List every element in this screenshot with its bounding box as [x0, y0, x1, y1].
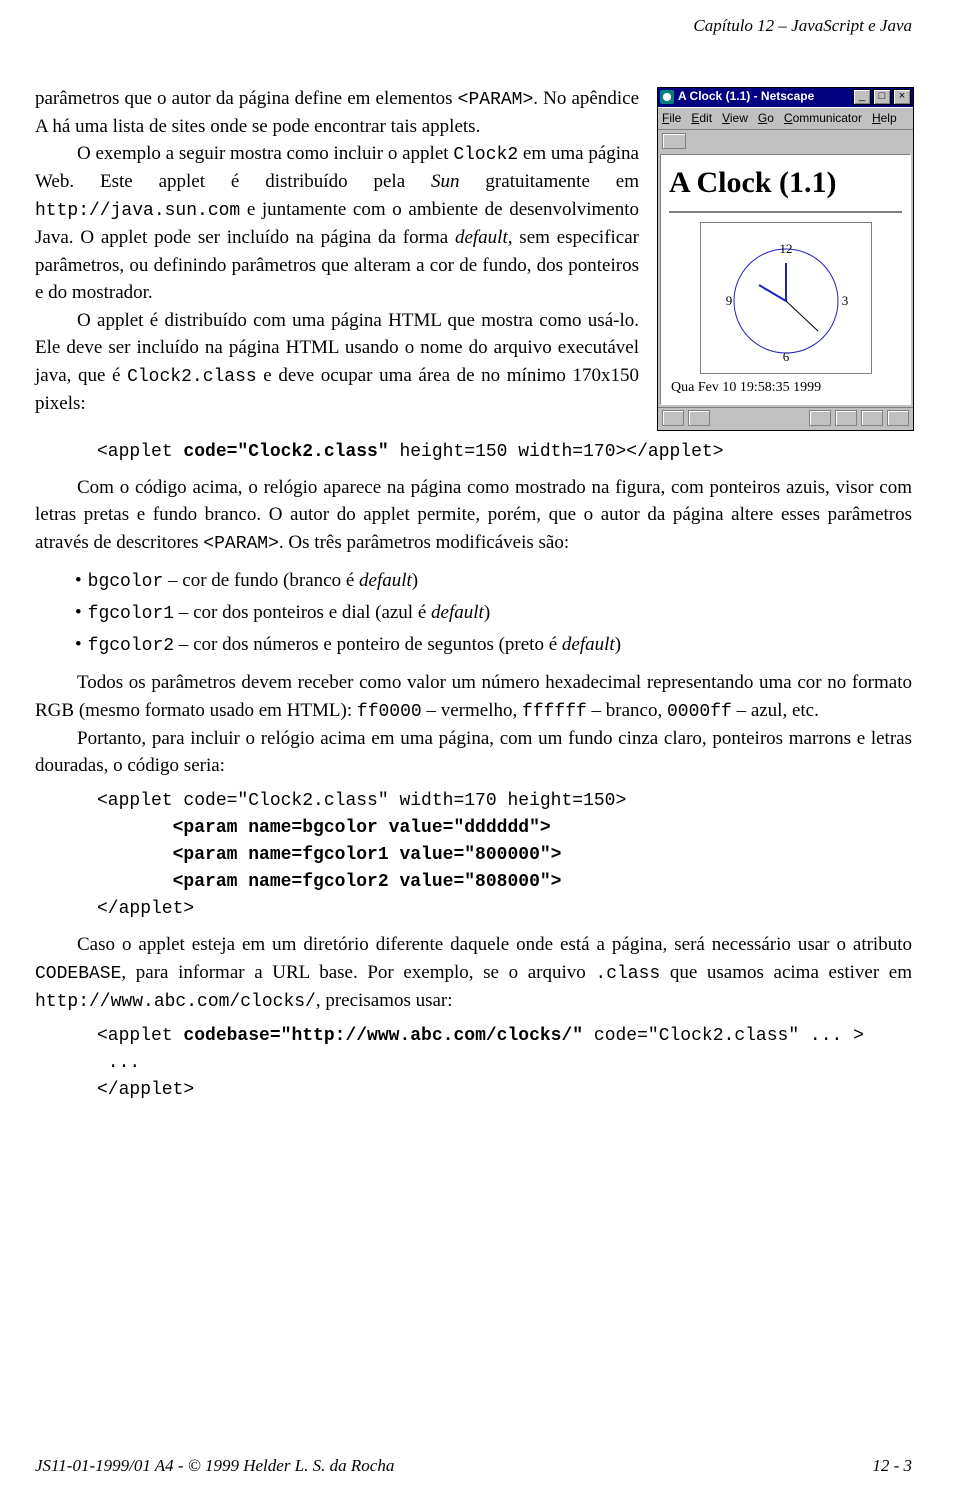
- document-area: A Clock (1.1) 12 3 6 9: [660, 154, 911, 405]
- code-inline: ff0000: [357, 702, 422, 722]
- status-cell: [809, 410, 831, 426]
- maximize-button[interactable]: □: [873, 89, 891, 105]
- menu-file[interactable]: File: [662, 110, 681, 127]
- second-hand: [786, 301, 818, 331]
- status-bar: [658, 407, 913, 430]
- status-cell: [688, 410, 710, 426]
- clock-9: 9: [725, 293, 732, 308]
- hour-hand: [759, 285, 786, 301]
- toolbar-button[interactable]: [662, 133, 686, 149]
- code-inline: http://www.abc.com/clocks/: [35, 992, 316, 1012]
- clock-3: 3: [841, 293, 848, 308]
- figure-netscape-window: A Clock (1.1) - Netscape _ □ × File Edit…: [657, 87, 912, 431]
- status-cell: [662, 410, 684, 426]
- code-block-2: <applet code="Clock2.class" width=170 he…: [97, 788, 912, 923]
- code-inline: <PARAM>: [458, 90, 534, 110]
- menu-edit[interactable]: Edit: [691, 110, 712, 127]
- code-inline: <PARAM>: [203, 534, 279, 554]
- app-icon: [660, 90, 674, 104]
- code-inline: http://java.sun.com: [35, 201, 240, 221]
- status-cell: [835, 410, 857, 426]
- clock-applet: 12 3 6 9: [700, 222, 872, 374]
- paragraph-5: Todos os parâmetros devem receber como v…: [35, 669, 912, 725]
- menu-view[interactable]: View: [722, 110, 748, 127]
- list-item: fgcolor2 – cor dos números e ponteiro de…: [75, 631, 912, 659]
- separator: [669, 211, 902, 214]
- window-titlebar: A Clock (1.1) - Netscape _ □ ×: [658, 88, 913, 107]
- menu-help[interactable]: Help: [872, 110, 897, 127]
- clock-6: 6: [782, 349, 789, 364]
- list-item: bgcolor – cor de fundo (branco é default…: [75, 567, 912, 595]
- status-cell: [887, 410, 909, 426]
- clock-12: 12: [779, 241, 792, 256]
- paragraph-4: Com o código acima, o relógio aparece na…: [35, 474, 912, 557]
- minimize-button[interactable]: _: [853, 89, 871, 105]
- applet-title: A Clock (1.1): [669, 161, 902, 205]
- code-inline: 0000ff: [667, 702, 732, 722]
- paragraph-6: Portanto, para incluir o relógio acima e…: [35, 725, 912, 780]
- menu-bar: File Edit View Go Communicator Help: [658, 107, 913, 129]
- chapter-header: Capítulo 12 – JavaScript e Java: [35, 14, 912, 39]
- window-title: A Clock (1.1) - Netscape: [678, 88, 851, 105]
- applet-status-text: Qua Fev 10 19:58:35 1999: [669, 374, 902, 400]
- code-inline: Clock2.class: [127, 367, 257, 387]
- code-inline: CODEBASE: [35, 964, 121, 984]
- footer-credit: JS11-01-1999/01 A4 - © 1999 Helder L. S.…: [35, 1456, 394, 1475]
- list-item: fgcolor1 – cor dos ponteiros e dial (azu…: [75, 599, 912, 627]
- code-block-3: <applet codebase="http://www.abc.com/clo…: [97, 1023, 912, 1104]
- param-list: bgcolor – cor de fundo (branco é default…: [75, 567, 912, 659]
- status-cell: [861, 410, 883, 426]
- code-block-1: <applet code="Clock2.class" height=150 w…: [97, 439, 912, 466]
- close-button[interactable]: ×: [893, 89, 911, 105]
- code-inline: ffffff: [522, 702, 587, 722]
- toolbar: [658, 129, 913, 152]
- paragraph-7: Caso o applet esteja em um diretório dif…: [35, 931, 912, 1015]
- code-inline: Clock2: [453, 145, 518, 165]
- menu-go[interactable]: Go: [758, 110, 774, 127]
- menu-communicator[interactable]: Communicator: [784, 110, 862, 127]
- page-footer: JS11-01-1999/01 A4 - © 1999 Helder L. S.…: [35, 1454, 912, 1479]
- code-inline: .class: [595, 964, 660, 984]
- page-number: 12 - 3: [872, 1454, 912, 1479]
